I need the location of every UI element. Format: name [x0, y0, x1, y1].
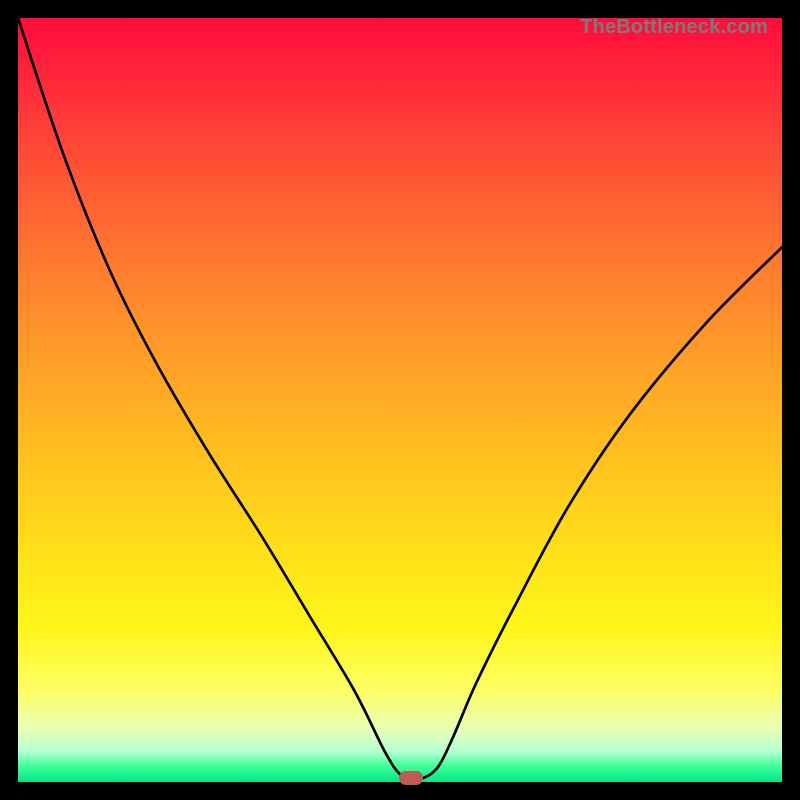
bottleneck-curve — [18, 18, 782, 782]
plot-area: TheBottleneck.com — [18, 18, 782, 782]
optimal-point-marker — [399, 771, 423, 785]
chart-frame: TheBottleneck.com — [0, 0, 800, 800]
